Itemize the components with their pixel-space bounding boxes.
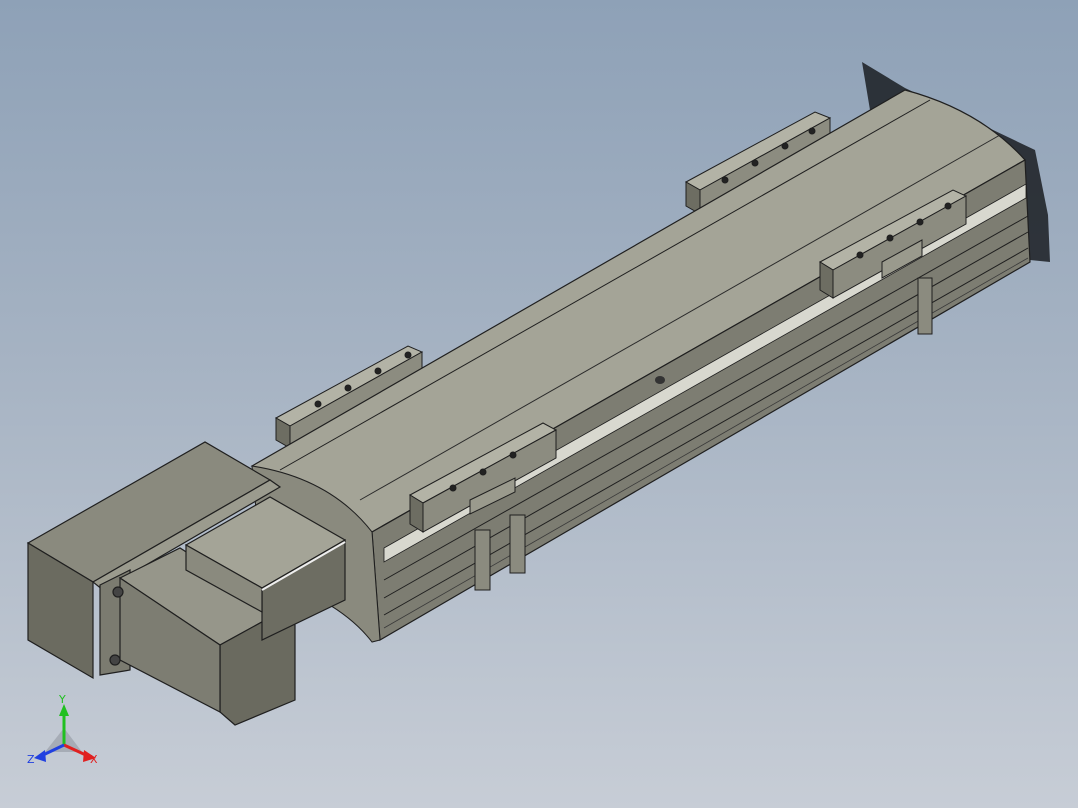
linear-actuator-model[interactable]: Y X Z [0, 0, 1078, 808]
triad-z-label: Z [27, 753, 35, 766]
cover-hole [655, 376, 665, 384]
triad-y-label: Y [58, 693, 66, 706]
orientation-triad[interactable]: Y X Z [27, 693, 98, 766]
triad-x-label: X [90, 753, 98, 766]
3d-viewport[interactable]: Y X Z [0, 0, 1078, 808]
